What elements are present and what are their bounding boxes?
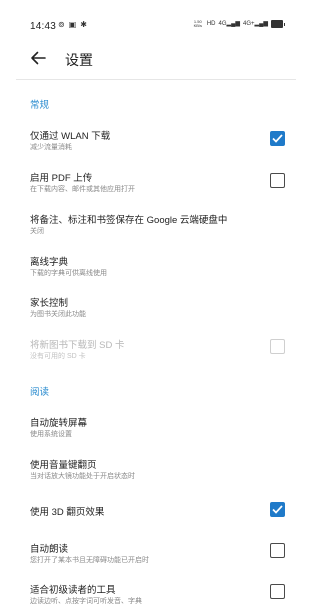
battery-icon (271, 20, 285, 28)
status-time: 14:43 (30, 21, 57, 32)
setting-title: 离线字典 (30, 257, 69, 268)
setting-download-to-sd: 将新图书下载到 SD 卡 没有可用的 SD 卡 (0, 337, 309, 371)
setting-wlan-only[interactable]: 仅通过 WLAN 下载 减少流量消耗 (0, 128, 309, 162)
setting-volume-key-page-turn[interactable]: 使用音量键翻页 当对话放大镜功能处于开启状态时 (0, 457, 309, 491)
setting-beginner-reader-tools[interactable]: 适合初级读者的工具 边读边听、点按字词可听发音、字典 (0, 582, 309, 614)
checkbox[interactable] (270, 173, 285, 188)
app-notification-icon: ⊚ (58, 20, 65, 29)
setting-title: 使用 3D 翻页效果 (30, 507, 105, 518)
page-title: 设置 (65, 52, 93, 68)
checkbox-checked[interactable] (270, 131, 285, 146)
checkbox[interactable] (270, 543, 285, 558)
setting-title: 自动旋转屏幕 (30, 418, 88, 429)
setting-subtitle: 在下载内容、邮件或其他应用打开 (30, 186, 135, 193)
signal-icon-2: 4G+▂▄▆ (243, 21, 268, 27)
setting-save-google-drive[interactable]: 将备注、标注和书签保存在 Google 云端硬盘中 关闭 (0, 212, 309, 246)
mail-icon: ▣ (68, 20, 77, 29)
setting-title: 启用 PDF 上传 (30, 173, 93, 184)
checkbox-disabled (270, 339, 285, 354)
setting-pdf-upload[interactable]: 启用 PDF 上传 在下载内容、邮件或其他应用打开 (0, 170, 309, 204)
status-right-icons: 1.50 KB/s HD 4G▂▄▆ 4G+▂▄▆ (192, 19, 285, 28)
setting-subtitle: 当对话放大镜功能处于开启状态时 (30, 473, 135, 480)
arrow-left-icon (31, 51, 46, 65)
checkbox[interactable] (270, 584, 285, 599)
setting-title: 家长控制 (30, 298, 69, 309)
signal-icon-1: 4G▂▄▆ (218, 21, 241, 27)
setting-subtitle: 您打开了某本书且无障碍功能已开启时 (30, 557, 149, 564)
setting-3d-page-effect[interactable]: 使用 3D 翻页效果 (0, 502, 309, 538)
setting-title: 自动朗读 (30, 544, 69, 555)
setting-subtitle: 使用系统设置 (30, 431, 72, 438)
setting-offline-dictionary[interactable]: 离线字典 下载的字典可供离线使用 (0, 254, 309, 288)
setting-title: 适合初级读者的工具 (30, 585, 116, 596)
status-notification-icons: ⊚ ▣ ✱ (58, 20, 87, 29)
setting-title: 将新图书下载到 SD 卡 (30, 340, 125, 351)
setting-auto-rotate[interactable]: 自动旋转屏幕 使用系统设置 (0, 415, 309, 449)
setting-subtitle: 为图书关闭此功能 (30, 311, 86, 318)
setting-subtitle: 关闭 (30, 228, 44, 235)
hd-icon: HD (206, 21, 216, 27)
setting-subtitle: 下载的字典可供离线使用 (30, 270, 107, 277)
setting-auto-read[interactable]: 自动朗读 您打开了某本书且无障碍功能已开启时 (0, 541, 309, 575)
setting-title: 使用音量键翻页 (30, 460, 97, 471)
setting-subtitle: 没有可用的 SD 卡 (30, 353, 86, 360)
setting-title: 将备注、标注和书签保存在 Google 云端硬盘中 (30, 215, 228, 226)
back-button[interactable] (26, 46, 50, 70)
check-icon (272, 505, 283, 514)
setting-subtitle: 减少流量消耗 (30, 144, 72, 151)
section-header-general: 常规 (30, 100, 50, 111)
check-icon (272, 134, 283, 143)
section-header-reading: 阅读 (30, 387, 50, 398)
header-divider (16, 79, 296, 80)
setting-subtitle: 边读边听、点按字词可听发音、字典 (30, 598, 142, 605)
setting-parental-control[interactable]: 家长控制 为图书关闭此功能 (0, 295, 309, 329)
status-bar: 14:43 ⊚ ▣ ✱ 1.50 KB/s HD 4G▂▄▆ 4G+▂▄▆ (0, 0, 309, 32)
setting-title: 仅通过 WLAN 下载 (30, 131, 111, 142)
checkbox-checked[interactable] (270, 502, 285, 517)
network-speed: 1.50 KB/s (193, 19, 203, 28)
app-bar: 设置 (0, 40, 309, 76)
bluetooth-icon: ✱ (80, 20, 87, 29)
